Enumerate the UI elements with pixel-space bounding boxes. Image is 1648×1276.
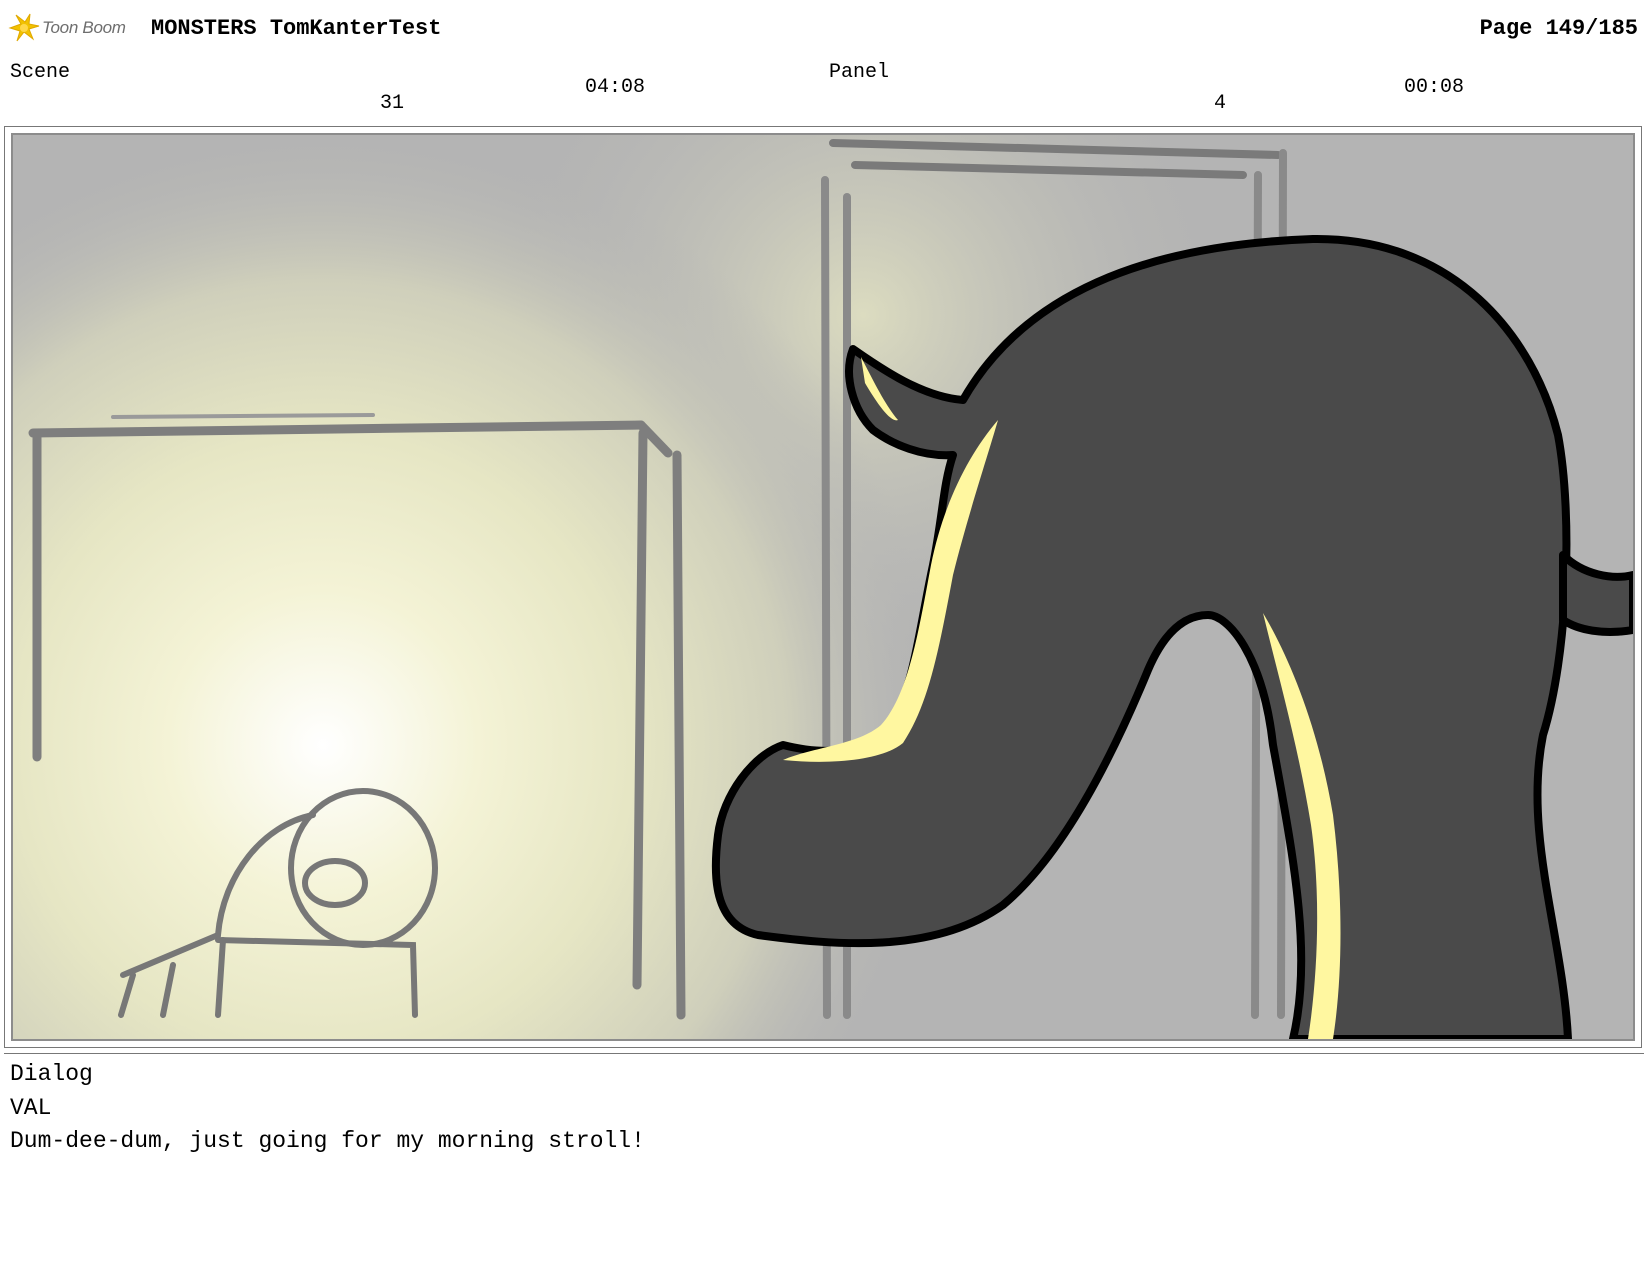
scene-number: 31 xyxy=(380,92,405,115)
panel-number: 4 xyxy=(1214,92,1227,115)
dialog-line: Dum-dee-dum, just going for my morning s… xyxy=(10,1128,645,1154)
scene-duration: 04:08 xyxy=(585,76,646,99)
panel-duration: 00:08 xyxy=(1404,76,1465,99)
dialog-speaker: VAL xyxy=(10,1095,52,1121)
storyboard-panel-image xyxy=(11,133,1635,1041)
panel-divider xyxy=(4,1053,1644,1054)
logo-text: Toon Boom xyxy=(42,18,126,37)
storyboard-panel-frame xyxy=(4,126,1642,1048)
panel-drawing xyxy=(13,135,1633,1039)
toon-boom-star-icon xyxy=(8,12,40,44)
project-title: MONSTERS TomKanterTest xyxy=(151,16,442,41)
page-number: Page 149/185 xyxy=(1479,16,1638,41)
dialog-label: Dialog xyxy=(10,1061,93,1087)
panel-label: Panel xyxy=(829,61,890,84)
toon-boom-logo: Toon Boom xyxy=(8,10,138,46)
scene-label: Scene xyxy=(10,61,71,84)
